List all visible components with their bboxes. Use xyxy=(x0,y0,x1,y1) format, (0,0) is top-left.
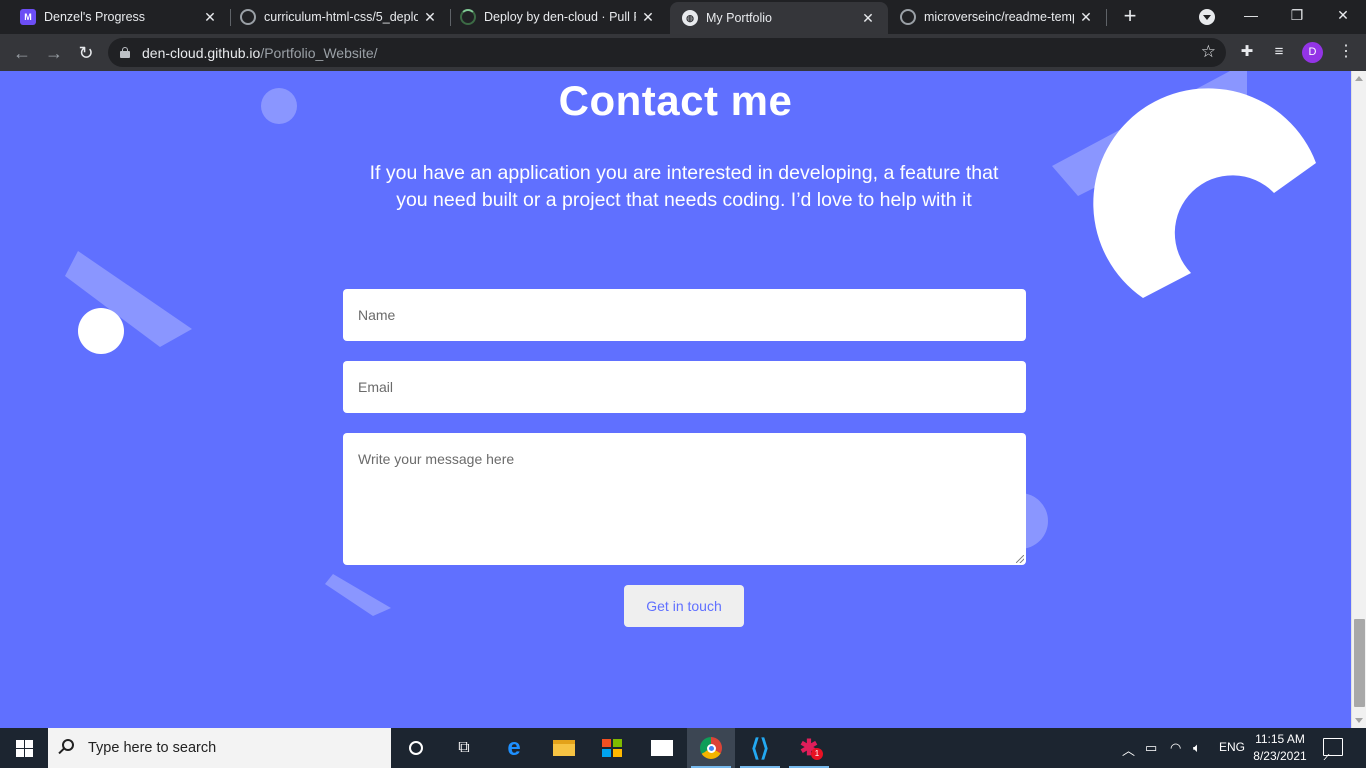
email-field[interactable]: Email xyxy=(343,361,1026,413)
tab-my-portfolio[interactable]: ◍ My Portfolio ✕ xyxy=(670,2,888,34)
url-host: den-cloud.github.io xyxy=(142,45,261,61)
tab-pull-request[interactable]: Deploy by den-cloud · Pull Re ✕ xyxy=(440,0,668,34)
extensions-puzzle-icon[interactable]: ✚ xyxy=(1238,43,1256,61)
windows-taskbar: Type here to search ⧉ e ⟨⟩ ✱ 1 ︿ ▭ ◠ 🔈︎ … xyxy=(0,728,1366,768)
microverse-icon: M xyxy=(20,9,36,25)
globe-icon: ◍ xyxy=(682,10,698,26)
microsoft-store-icon[interactable] xyxy=(588,728,636,768)
url-text[interactable]: den-cloud.github.io/Portfolio_Website/ xyxy=(142,45,378,61)
slack-icon[interactable]: ✱ 1 xyxy=(785,728,833,768)
page-scrollbar[interactable] xyxy=(1351,71,1366,728)
scroll-down-arrow-icon[interactable] xyxy=(1355,718,1363,723)
github-icon xyxy=(240,9,256,25)
close-tab-icon[interactable]: ✕ xyxy=(418,9,442,26)
page-title: Contact me xyxy=(558,77,793,124)
resize-handle-icon[interactable] xyxy=(1016,555,1024,563)
profile-avatar[interactable]: D xyxy=(1302,42,1323,63)
tab-denzels-progress[interactable]: M Denzel's Progress ✕ xyxy=(0,0,230,34)
slack-badge: 1 xyxy=(811,748,823,760)
show-hidden-icons-chevron-icon[interactable]: ︿ xyxy=(1122,740,1135,759)
message-placeholder: Write your message here xyxy=(358,451,515,467)
forward-arrow-icon[interactable]: → xyxy=(40,39,68,67)
close-tab-icon[interactable]: ✕ xyxy=(636,9,660,26)
taskbar-search-box[interactable]: Type here to search xyxy=(48,728,391,768)
tab-readme-template[interactable]: microverseinc/readme-templ ✕ xyxy=(880,0,1106,34)
page-viewport: Contact me If you have an application yo… xyxy=(0,71,1351,728)
mail-icon[interactable] xyxy=(638,728,686,768)
browser-toolbar: ← → ↻ den-cloud.github.io/Portfolio_Webs… xyxy=(0,34,1366,71)
tab-title: curriculum-html-css/5_deploy xyxy=(264,10,418,24)
tab-search-icon[interactable] xyxy=(1199,9,1215,25)
deco-circle-white xyxy=(78,308,124,354)
close-tab-icon[interactable]: ✕ xyxy=(1074,9,1098,26)
clock-date: 8/23/2021 xyxy=(1253,749,1307,763)
edge-icon[interactable]: e xyxy=(490,728,538,768)
back-arrow-icon[interactable]: ← xyxy=(8,39,36,67)
restore-button[interactable]: ❐ xyxy=(1274,0,1320,34)
new-tab-button[interactable]: + xyxy=(1119,5,1141,27)
url-path: /Portfolio_Website/ xyxy=(260,45,378,61)
close-tab-icon[interactable]: ✕ xyxy=(198,9,222,26)
windows-start-button[interactable] xyxy=(0,728,48,768)
tab-separator xyxy=(1106,9,1107,26)
file-explorer-icon[interactable] xyxy=(540,728,588,768)
taskbar-clock[interactable]: 11:15 AM 8/23/2021 xyxy=(1240,731,1320,765)
cortana-icon[interactable] xyxy=(392,728,440,768)
action-center-icon[interactable] xyxy=(1323,738,1343,756)
taskbar-search-placeholder: Type here to search xyxy=(88,740,217,756)
lock-icon[interactable] xyxy=(120,47,130,58)
email-placeholder: Email xyxy=(358,379,394,395)
tab-title: Denzel's Progress xyxy=(44,10,146,24)
reload-icon[interactable]: ↻ xyxy=(72,39,100,67)
get-in-touch-button[interactable]: Get in touch xyxy=(624,585,744,627)
name-field[interactable]: Name xyxy=(343,289,1026,341)
bookmark-star-icon[interactable]: ☆ xyxy=(1201,42,1216,62)
scrollbar-thumb[interactable] xyxy=(1354,619,1365,707)
chrome-taskbar-icon[interactable] xyxy=(687,728,735,768)
name-placeholder: Name xyxy=(358,307,396,323)
close-tab-icon[interactable]: ✕ xyxy=(856,10,880,27)
address-bar[interactable]: den-cloud.github.io/Portfolio_Website/ ☆ xyxy=(108,38,1226,67)
search-icon xyxy=(62,739,74,751)
vscode-icon[interactable]: ⟨⟩ xyxy=(736,728,784,768)
close-window-button[interactable]: ✕ xyxy=(1320,0,1366,34)
clock-time: 11:15 AM xyxy=(1255,732,1305,746)
media-playlist-icon[interactable]: ≡ xyxy=(1270,43,1288,61)
scroll-up-arrow-icon[interactable] xyxy=(1355,76,1363,81)
tab-curriculum[interactable]: curriculum-html-css/5_deploy ✕ xyxy=(220,0,450,34)
message-textarea[interactable]: Write your message here xyxy=(343,433,1026,565)
github-icon xyxy=(900,9,916,25)
volume-icon[interactable]: 🔈︎ xyxy=(1193,740,1201,756)
loading-spinner-icon xyxy=(460,9,476,25)
minimize-button[interactable]: — xyxy=(1228,0,1274,34)
task-view-icon[interactable]: ⧉ xyxy=(440,728,488,768)
contact-description: If you have an application you are inter… xyxy=(369,162,999,211)
battery-icon[interactable]: ▭ xyxy=(1145,740,1157,756)
tab-title: Deploy by den-cloud · Pull Re xyxy=(484,10,636,24)
deco-bar-bottom-left xyxy=(325,574,391,616)
wifi-icon[interactable]: ◠ xyxy=(1170,740,1181,756)
tab-title: My Portfolio xyxy=(706,11,772,25)
tab-strip: M Denzel's Progress ✕ curriculum-html-cs… xyxy=(0,0,1366,34)
tab-title: microverseinc/readme-templ xyxy=(924,10,1074,24)
chrome-menu-icon[interactable]: ⋮ xyxy=(1336,42,1356,62)
